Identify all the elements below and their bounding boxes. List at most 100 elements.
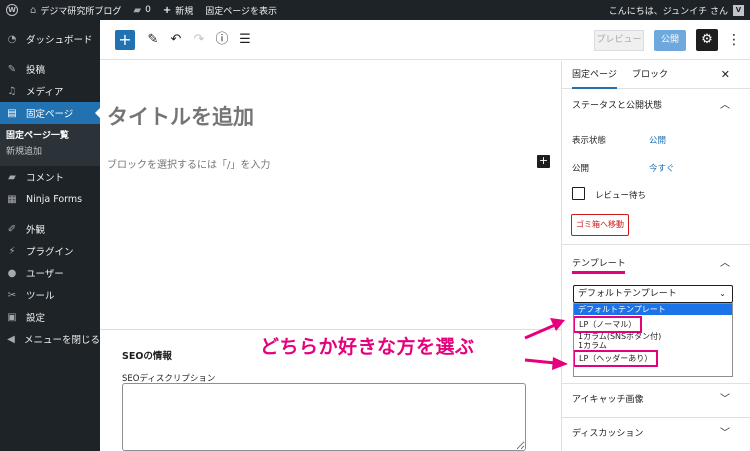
seo-box-title: SEOの情報 [122,351,172,362]
seo-description-field[interactable] [122,383,526,451]
publish-date-link[interactable]: 今すぐ [649,162,675,174]
page-icon: ▤ [7,107,17,119]
brush-icon: ✐ [7,223,17,235]
submenu-add-new[interactable]: 新規追加 [0,144,100,160]
tools-pencil-icon[interactable]: ✎ [145,30,161,50]
featured-image-toggle[interactable]: アイキャッチ画像 ﹀ [562,385,750,415]
comment-icon: ▰ [8,171,16,183]
list-view-icon[interactable]: ☰ [237,30,253,50]
post-title-input[interactable]: タイトルを追加 [107,101,254,131]
template-option[interactable]: デフォルトテンプレート [574,304,732,315]
template-dropdown-list: デフォルトテンプレート LP（ノーマル） 1カラム(SNSボタン付) 1カラム … [573,303,733,377]
divider [562,417,750,418]
info-icon[interactable]: ⓘ [214,30,230,50]
redo-icon[interactable]: ↷ [191,30,207,50]
sidebar-collapse-menu[interactable]: ◀ メニューを閉じる [0,328,100,350]
sidebar-item-pages[interactable]: ▤ 固定ページ [0,102,100,124]
sidebar-item-label: メディア [26,87,64,98]
sidebar-item-users[interactable]: ● ユーザー [0,262,100,284]
discussion-title: ディスカッション [572,429,644,439]
inline-add-block-button[interactable]: + [537,155,550,168]
gear-icon: ⚙ [701,32,713,47]
sidebar-item-label: メニューを閉じる [23,335,100,346]
admin-sidebar: ◔ ダッシュボード ✎ 投稿 ♫ メディア ▤ 固定ページ 固定ページ一覧 新規… [0,20,100,451]
wordpress-logo-button[interactable]: W [0,0,24,20]
sidebar-item-comments[interactable]: ▰ コメント [0,166,100,188]
tab-block[interactable]: ブロック [632,61,668,89]
template-section-toggle[interactable]: テンプレート ︿ [562,249,750,279]
plus-icon: + [162,4,172,16]
template-option[interactable]: LP（ヘッダーあり） [574,350,659,367]
chevron-down-icon: ⌄ [719,289,726,298]
block-appender-hint[interactable]: ブロックを選択するには「/」を入力 [107,156,270,171]
tab-page[interactable]: 固定ページ [572,61,617,89]
wrench-icon: ✂ [7,289,17,301]
sidebar-item-settings[interactable]: ▣ 設定 [0,306,100,328]
sidebar-item-label: 投稿 [26,65,46,76]
close-icon[interactable]: ✕ [721,61,730,89]
sidebar-item-posts[interactable]: ✎ 投稿 [0,58,100,80]
featured-image-title: アイキャッチ画像 [572,395,644,405]
sidebar-item-appearance[interactable]: ✐ 外観 [0,218,100,240]
greeting-text: こんにちは、ジュンイチ さん [608,6,728,17]
visibility-label: 表示状態 [572,136,607,146]
comments-count: 0 [145,5,151,15]
annotation-text: どちらか好きな方を選ぶ [260,336,475,358]
template-option[interactable]: 1カラム [574,342,732,350]
sidebar-item-media[interactable]: ♫ メディア [0,80,100,102]
divider [562,383,750,384]
site-name-link[interactable]: ⌂ デジマ研究所ブログ [24,0,127,20]
discussion-toggle[interactable]: ディスカッション ﹀ [562,419,750,449]
move-to-trash-button[interactable]: ゴミ箱へ移動 [571,214,629,236]
view-page-link[interactable]: 固定ページを表示 [199,0,283,20]
visibility-value-link[interactable]: 公開 [649,134,666,146]
sidebar-item-label: プラグイン [26,247,74,258]
dashboard-icon: ◔ [7,33,17,45]
wordpress-logo-icon: W [6,4,18,16]
publish-button[interactable]: 公開 [654,30,686,51]
template-selected-value: デフォルトテンプレート [578,289,677,299]
settings-tabs: 固定ページ ブロック ✕ [562,61,750,89]
chevron-up-icon: ︿ [720,258,730,269]
chevron-up-icon: ︿ [720,100,730,111]
publish-label: 公開 [572,164,590,174]
pending-review-checkbox[interactable] [572,187,585,200]
media-icon: ♫ [7,85,17,97]
sidebar-item-label: 設定 [26,313,46,324]
settings-sidebar: 固定ページ ブロック ✕ ステータスと公開状態 ︿ 表示状態 公開 公開 今すぐ… [561,61,750,451]
preview-button[interactable]: プレビュー [594,30,644,51]
comment-icon: ▰ [133,4,142,16]
new-content-link[interactable]: + 新規 [157,0,199,20]
add-block-button[interactable]: + [115,30,135,50]
view-page-label: 固定ページを表示 [205,6,278,17]
account-menu[interactable]: こんにちは、ジュンイチ さん V [603,0,750,20]
form-icon: ▦ [7,193,17,205]
annotation-underline [572,271,625,274]
status-section-toggle[interactable]: ステータスと公開状態 ︿ [562,91,750,121]
editor-toolbar: + ✎ ↶ ↷ ⓘ ☰ プレビュー 公開 ⚙ ⋮ [100,20,750,60]
comments-link[interactable]: ▰ 0 [127,0,156,20]
chevron-down-icon: ﹀ [720,428,730,439]
user-icon: ● [7,267,17,279]
submenu-all-pages[interactable]: 固定ページ一覧 [0,128,100,144]
sidebar-item-dashboard[interactable]: ◔ ダッシュボード [0,28,100,50]
collapse-icon: ◀ [7,333,15,345]
chevron-down-icon: ﹀ [720,394,730,405]
more-options-icon[interactable]: ⋮ [727,30,741,50]
pages-submenu: 固定ページ一覧 新規追加 [0,124,100,166]
new-label: 新規 [175,6,194,17]
editor-canvas: タイトルを追加 ブロックを選択するには「/」を入力 + SEOの情報 SEOディ… [100,61,561,451]
sidebar-item-tools[interactable]: ✂ ツール [0,284,100,306]
divider [562,244,750,245]
sidebar-item-ninja-forms[interactable]: ▦ Ninja Forms [0,188,100,210]
settings-gear-button[interactable]: ⚙ [696,29,718,51]
plugin-icon: ⚡ [8,245,16,257]
sidebar-item-plugins[interactable]: ⚡ プラグイン [0,240,100,262]
sidebar-item-label: ダッシュボード [26,35,93,46]
sidebar-item-label: ユーザー [26,269,64,280]
template-select[interactable]: デフォルトテンプレート ⌄ [573,285,733,303]
home-icon: ⌂ [30,4,37,16]
avatar: V [733,4,744,16]
undo-icon[interactable]: ↶ [168,30,184,50]
template-option[interactable]: 1カラム(SNSボタン付) [574,331,732,342]
